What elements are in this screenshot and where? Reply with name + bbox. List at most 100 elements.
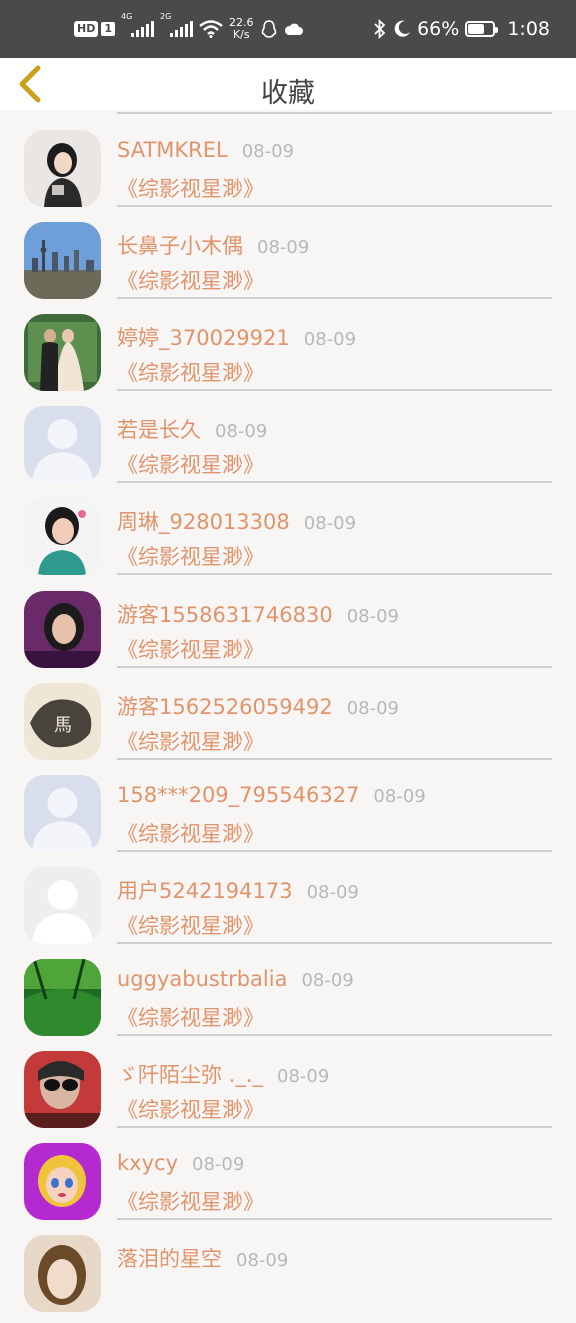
page-title: 收藏	[261, 78, 315, 109]
title-bar: 收藏	[0, 58, 576, 110]
user-name[interactable]: 游客1562526059492	[117, 695, 333, 719]
signal-2g-icon: 2G	[160, 12, 193, 37]
list-divider	[117, 1033, 552, 1036]
work-title-link[interactable]: 《综影视星渺》	[117, 265, 264, 295]
work-title-link[interactable]: 《综影视星渺》	[117, 541, 264, 571]
moon-icon	[394, 20, 411, 37]
list-divider	[117, 941, 552, 944]
item-header: 若是长久 08-09	[117, 414, 267, 444]
avatar[interactable]: 馬	[24, 682, 101, 760]
avatar[interactable]	[24, 1051, 101, 1128]
user-name[interactable]: 周琳_928013308	[117, 510, 290, 534]
hd-badge: HD	[74, 21, 99, 37]
item-header: 长鼻子小木偶 08-09	[117, 230, 309, 260]
status-left-group: HD 1 4G 2G 22.6 K/s	[74, 0, 304, 58]
avatar[interactable]	[24, 498, 101, 576]
avatar[interactable]	[24, 1235, 101, 1313]
item-header: 游客1562526059492 08-09	[117, 691, 399, 721]
item-date: 08-09	[236, 1250, 289, 1272]
avatar[interactable]	[24, 130, 101, 207]
status-right-group: 66% 1:08	[373, 0, 550, 58]
cloud-icon	[284, 23, 303, 35]
list-item[interactable]: 长鼻子小木偶 08-09 《综影视星渺》	[0, 218, 576, 310]
work-title-link[interactable]: 《综影视星渺》	[117, 449, 264, 479]
list-item[interactable]: ゞ阡陌尘弥 ._._ 08-09 《综影视星渺》	[0, 1047, 576, 1139]
list-divider	[117, 389, 552, 392]
bluetooth-icon	[374, 19, 386, 39]
list-divider	[117, 205, 552, 207]
user-name[interactable]: 若是长久	[117, 418, 201, 442]
item-header: 游客1558631746830 08-09	[117, 599, 399, 629]
item-date: 08-09	[257, 237, 310, 259]
avatar[interactable]	[24, 590, 101, 668]
item-header: 周琳_928013308 08-09	[117, 506, 356, 536]
item-header: 落泪的星空 08-09	[117, 1243, 288, 1273]
list-divider	[117, 665, 552, 668]
work-title-link[interactable]: 《综影视星渺》	[117, 634, 264, 664]
list-divider	[117, 297, 552, 300]
user-name[interactable]: 长鼻子小木偶	[117, 234, 243, 258]
item-date: 08-09	[215, 421, 268, 443]
user-name[interactable]: 婷婷_370029921	[117, 326, 290, 350]
work-title-link[interactable]: 《综影视星渺》	[117, 357, 264, 387]
list-item[interactable]: kxycy 08-09 《综影视星渺》	[0, 1139, 576, 1231]
signal-4g-icon: 4G	[121, 12, 154, 37]
item-header: 婷婷_370029921 08-09	[117, 322, 356, 352]
list-divider	[117, 112, 552, 114]
status-bar: HD 1 4G 2G 22.6 K/s 66% 1:08	[0, 0, 576, 58]
list-divider	[117, 481, 552, 484]
speed-unit: K/s	[232, 28, 250, 41]
avatar[interactable]	[24, 1143, 101, 1221]
avatar[interactable]	[24, 314, 101, 392]
work-title-link[interactable]: 《综影视星渺》	[117, 1002, 264, 1032]
battery-percent: 66%	[417, 18, 460, 40]
wifi-icon	[199, 20, 223, 38]
list-item[interactable]: 馬 游客1562526059492 08-09 《综影视星渺》	[0, 679, 576, 771]
item-header: ゞ阡陌尘弥 ._._ 08-09	[117, 1059, 329, 1089]
user-name[interactable]: 游客1558631746830	[117, 603, 333, 627]
avatar[interactable]	[24, 958, 101, 1036]
clock-time: 1:08	[507, 18, 550, 40]
avatar[interactable]	[24, 866, 101, 944]
avatar[interactable]	[24, 406, 101, 484]
avatar[interactable]	[24, 222, 101, 300]
avatar[interactable]	[24, 774, 101, 852]
list-item[interactable]: 婷婷_370029921 08-09 《综影视星渺》	[0, 310, 576, 402]
list-item[interactable]: 若是长久 08-09 《综影视星渺》	[0, 402, 576, 494]
list-item[interactable]: SATMKREL 08-09 《综影视星渺》	[0, 126, 576, 218]
network-type-2: 2G	[160, 12, 172, 21]
list-item[interactable]: 周琳_928013308 08-09 《综影视星渺》	[0, 494, 576, 586]
user-name[interactable]: ゞ阡陌尘弥 ._._	[117, 1063, 263, 1087]
item-date: 08-09	[303, 513, 357, 535]
item-header: SATMKREL 08-09	[117, 138, 294, 162]
list-divider	[117, 1218, 552, 1221]
work-title-link[interactable]: 《综影视星渺》	[117, 910, 264, 940]
list-item[interactable]: 用户5242194173 08-09 《综影视星渺》	[0, 863, 576, 955]
item-date: 08-09	[373, 785, 426, 807]
work-title-link[interactable]: 《综影视星渺》	[117, 1094, 264, 1124]
user-name[interactable]: kxycy	[117, 1151, 178, 1175]
battery-icon	[465, 21, 499, 37]
user-name[interactable]: 落泪的星空	[117, 1247, 222, 1271]
work-title-link[interactable]: 《综影视星渺》	[117, 1186, 264, 1216]
svg-text:馬: 馬	[54, 715, 72, 736]
list-item[interactable]: 158***209_795546327 08-09 《综影视星渺》	[0, 771, 576, 863]
item-header: 用户5242194173 08-09	[117, 875, 359, 905]
item-date: 08-09	[277, 1066, 330, 1087]
list-item[interactable]: 游客1558631746830 08-09 《综影视星渺》	[0, 587, 576, 679]
user-name[interactable]: 158***209_795546327	[117, 783, 359, 807]
item-header: uggyabustrbalia 08-09	[117, 967, 354, 991]
user-name[interactable]: SATMKREL	[117, 138, 228, 162]
list-divider	[117, 573, 552, 576]
work-title-link[interactable]: 《综影视星渺》	[117, 726, 264, 756]
work-title-link[interactable]: 《综影视星渺》	[117, 818, 264, 848]
user-name[interactable]: 用户5242194173	[117, 879, 293, 903]
network-speed: 22.6 K/s	[229, 17, 254, 41]
work-title-link[interactable]: 《综影视星渺》	[117, 173, 264, 203]
list-item[interactable]: 落泪的星空 08-09	[0, 1231, 576, 1323]
item-date: 08-09	[303, 329, 357, 351]
list-item[interactable]: uggyabustrbalia 08-09 《综影视星渺》	[0, 955, 576, 1047]
user-name[interactable]: uggyabustrbalia	[117, 967, 287, 991]
list-divider	[117, 849, 552, 852]
sim-badge: 1	[101, 22, 115, 36]
